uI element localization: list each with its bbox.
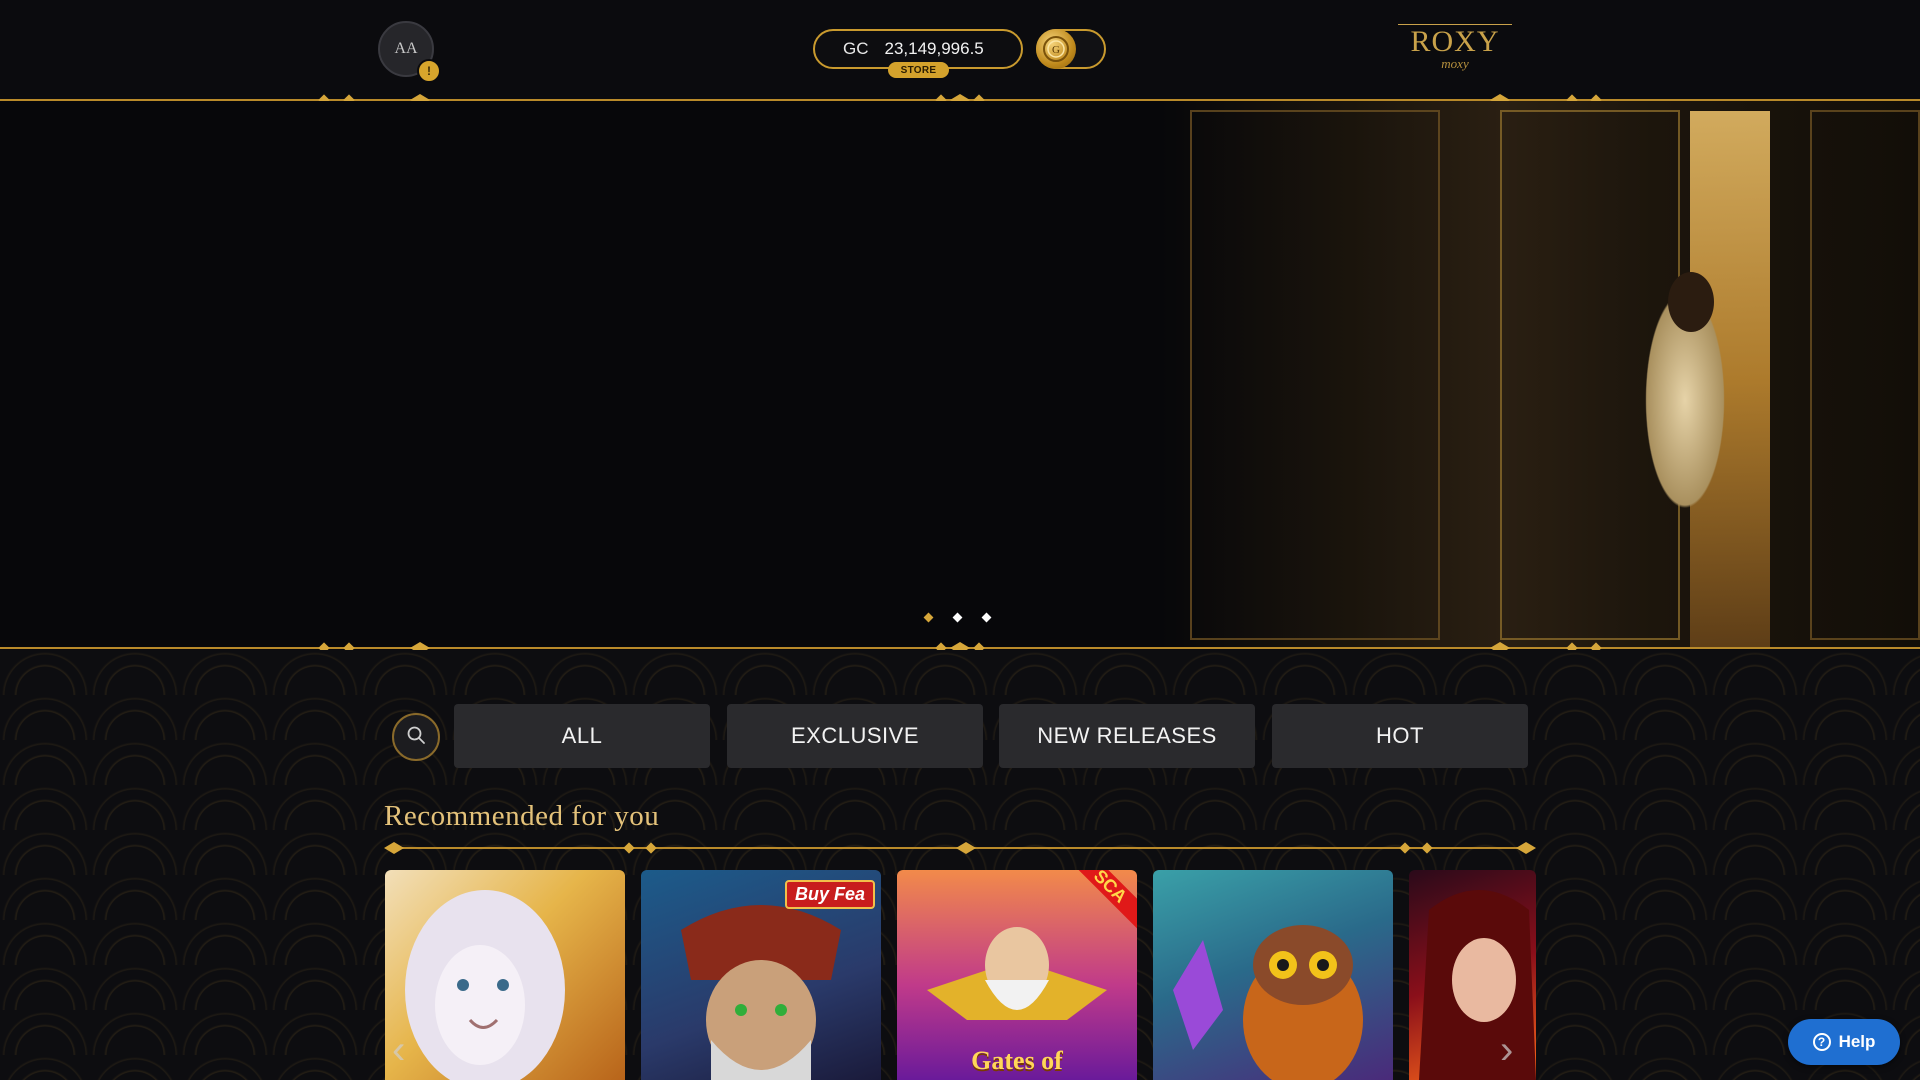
tab-all[interactable]: ALL — [454, 704, 710, 768]
slider-dot[interactable] — [952, 612, 963, 623]
gold-coin-icon[interactable]: G — [1036, 29, 1076, 69]
store-button[interactable]: STORE — [888, 62, 949, 78]
game-card[interactable]: Buy Fea — [641, 870, 881, 1080]
avatar-alert-badge: ! — [417, 59, 441, 83]
top-header: AA ! GC 23,149,996.5 STORE G ROXY moxy — [0, 0, 1920, 100]
logo-text-bottom: moxy — [1441, 56, 1469, 71]
game-card-title: Gates of — [971, 1046, 1063, 1075]
tab-exclusive[interactable]: EXCLUSIVE — [727, 704, 983, 768]
hero-slider-dots — [923, 612, 992, 623]
balance-amount: 23,149,996.5 — [884, 39, 984, 58]
section-title: Recommended for you — [384, 800, 660, 832]
tab-new-releases[interactable]: NEW RELEASES — [999, 704, 1255, 768]
logo-text-top: ROXY — [1410, 25, 1500, 58]
lion-artwork — [405, 890, 565, 1080]
hero-artwork — [1810, 110, 1920, 640]
game-card[interactable] — [385, 870, 625, 1080]
hero-figure — [1625, 170, 1745, 547]
search-icon — [406, 725, 426, 750]
slider-dot[interactable] — [923, 612, 934, 623]
game-card[interactable]: SCA Gates of — [897, 870, 1137, 1080]
hero-figure — [1668, 272, 1714, 332]
owl-artwork — [1173, 925, 1363, 1080]
help-icon: ? — [1812, 1033, 1831, 1051]
tab-hot[interactable]: HOT — [1272, 704, 1528, 768]
hero-artwork — [1190, 110, 1440, 640]
carousel-prev-arrow[interactable]: ‹ — [392, 1030, 420, 1070]
help-button[interactable]: ? Help — [1788, 1019, 1900, 1065]
slider-dot[interactable] — [981, 612, 992, 623]
logo-ornament — [1398, 24, 1512, 25]
carousel-next-arrow[interactable]: › — [1500, 1030, 1528, 1070]
game-search-button[interactable] — [392, 713, 440, 761]
store-label: STORE — [900, 64, 937, 76]
help-label: Help — [1838, 1032, 1876, 1051]
buy-feature-badge: Buy Fea — [784, 880, 875, 909]
balance-currency: GC — [843, 39, 869, 58]
brand-logo[interactable]: ROXY moxy — [1390, 18, 1520, 78]
avatar-initials: AA — [394, 40, 418, 57]
svg-text:G: G — [1052, 44, 1060, 56]
game-card[interactable] — [1153, 870, 1393, 1080]
